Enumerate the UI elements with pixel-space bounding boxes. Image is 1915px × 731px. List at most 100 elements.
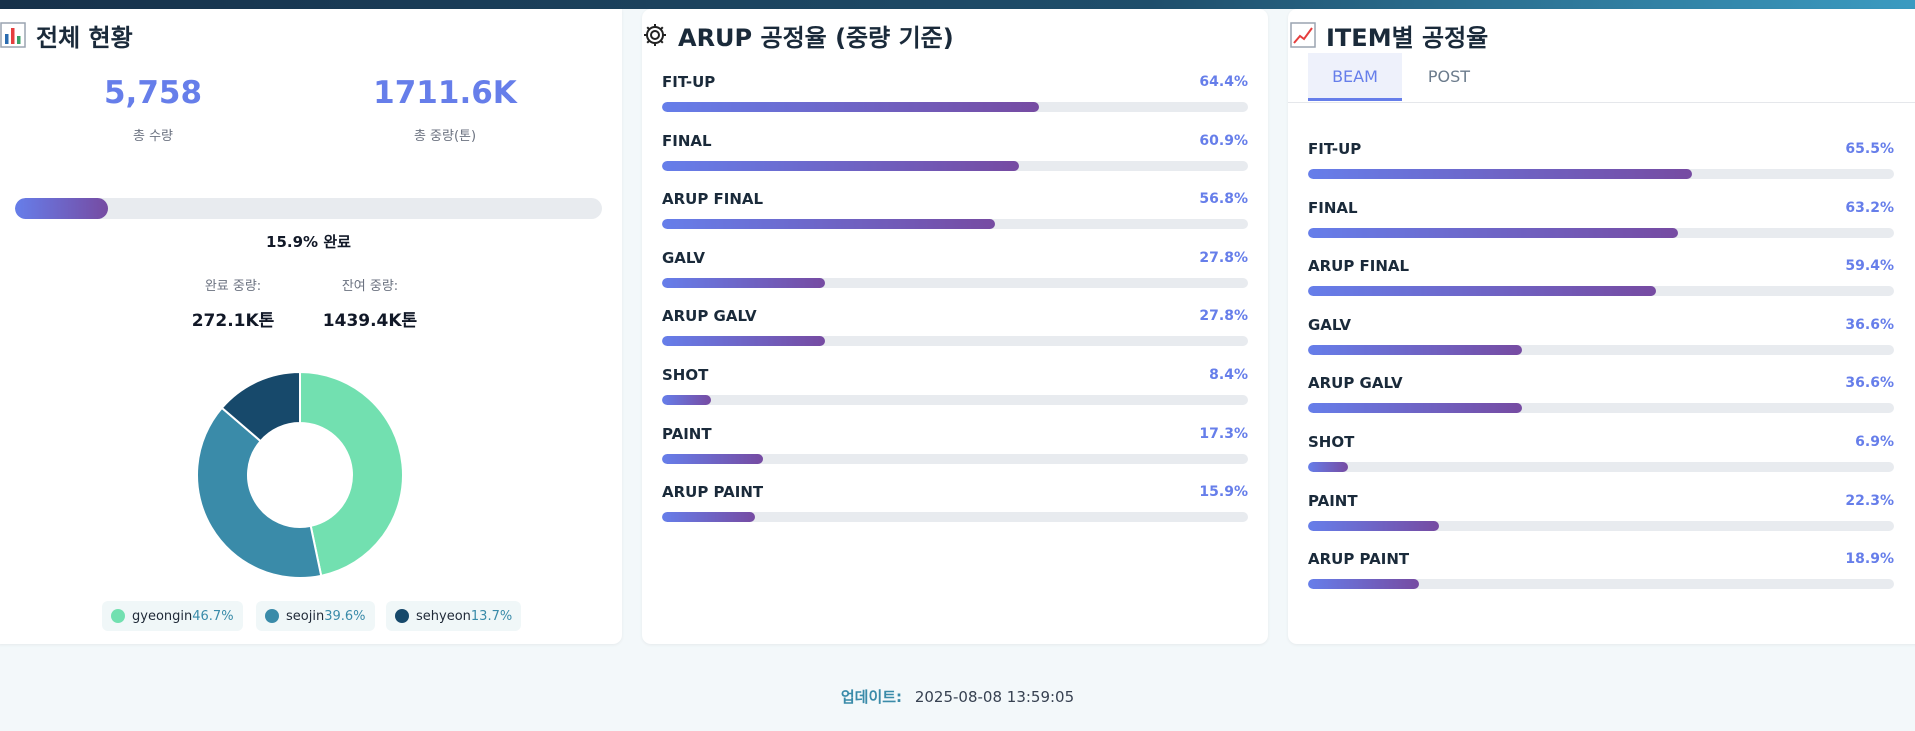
legend-dot	[111, 609, 125, 623]
progress-label: ARUP FINAL	[1308, 257, 1410, 276]
tab-post[interactable]: POST	[1402, 53, 1496, 101]
progress-row: GALV 27.8%	[662, 248, 1248, 288]
bar-chart-icon	[0, 22, 26, 48]
tab-beam[interactable]: BEAM	[1308, 53, 1402, 101]
legend-item-seojin[interactable]: seojin 39.6%	[256, 601, 375, 631]
progress-percent: 56.8%	[1199, 191, 1248, 208]
progress-track	[662, 453, 1248, 464]
progress-row: ARUP FINAL 59.4%	[1308, 256, 1894, 297]
progress-fill	[662, 453, 764, 464]
progress-label: FIT-UP	[662, 73, 716, 91]
progress-percent: 18.9%	[1845, 551, 1894, 568]
footer-update-timestamp: 2025-08-08 13:59:05	[914, 688, 1075, 706]
progress-fill	[662, 512, 756, 523]
overall-progress-fill	[15, 198, 109, 219]
progress-row: ARUP PAINT 18.9%	[1308, 549, 1894, 590]
progress-fill	[662, 219, 995, 230]
overview-title-text: 전체 현황	[36, 23, 133, 52]
item-title-text: ITEM별 공정율	[1326, 23, 1489, 52]
progress-row-header: FIT-UP 65.5%	[1308, 139, 1894, 159]
remain-weight-label: 잔여 중량:	[341, 279, 399, 294]
legend-percent: 46.7%	[192, 608, 234, 624]
remain-weight-value: 1439.4K톤	[322, 311, 418, 331]
progress-row: PAINT 17.3%	[662, 424, 1248, 464]
progress-track	[1308, 169, 1894, 179]
progress-percent: 22.3%	[1845, 492, 1894, 509]
overall-progress-pct: 15.9%	[266, 233, 319, 251]
overview-title: 전체 현황	[0, 15, 133, 55]
progress-track	[662, 102, 1248, 112]
progress-row: ARUP PAINT 15.9%	[662, 482, 1248, 523]
progress-label: ARUP PAINT	[1308, 550, 1410, 569]
progress-row: ARUP GALV 36.6%	[1308, 373, 1894, 414]
legend-item-gyeongin[interactable]: gyeongin 46.7%	[102, 601, 243, 631]
total-weight-value: 1711.6K	[373, 75, 517, 111]
progress-row-header: ARUP PAINT 15.9%	[662, 482, 1248, 502]
overview-card: 전체 현황 5,758 총 수량 1711.6K 총 중량(톤) 15.9% 완…	[0, 9, 622, 644]
progress-label: ARUP GALV	[1308, 374, 1403, 393]
progress-row-header: ARUP FINAL 59.4%	[1308, 256, 1894, 276]
progress-fill	[1308, 520, 1439, 531]
distribution-donut-chart	[196, 370, 404, 579]
progress-track	[662, 395, 1248, 405]
progress-label: SHOT	[662, 366, 709, 384]
progress-percent: 36.6%	[1845, 316, 1894, 333]
progress-percent: 17.3%	[1199, 425, 1248, 442]
progress-label: SHOT	[1308, 433, 1355, 451]
legend-item-sehyeon[interactable]: sehyeon 13.7%	[386, 601, 522, 631]
progress-row-header: ARUP GALV 27.8%	[662, 306, 1248, 326]
legend-percent: 13.7%	[470, 608, 513, 624]
progress-fill	[662, 336, 825, 347]
progress-percent: 59.4%	[1845, 258, 1894, 275]
progress-percent: 64.4%	[1199, 74, 1248, 90]
progress-row-header: ARUP GALV 36.6%	[1308, 373, 1894, 393]
progress-row: SHOT 6.9%	[1308, 432, 1894, 472]
progress-row: GALV 36.6%	[1308, 315, 1894, 355]
progress-row-header: GALV 27.8%	[662, 248, 1248, 268]
progress-track	[1308, 344, 1894, 355]
progress-fill	[662, 102, 1040, 112]
overall-progress-text: 15.9% 완료	[15, 231, 602, 252]
done-weight: 완료 중량: 272.1K톤	[163, 275, 303, 331]
progress-track	[1308, 286, 1894, 297]
progress-row-header: PAINT 17.3%	[662, 424, 1248, 444]
progress-percent: 15.9%	[1199, 484, 1248, 501]
progress-row: SHOT 8.4%	[662, 365, 1248, 405]
progress-row: FINAL 60.9%	[662, 131, 1248, 171]
legend-percent: 39.6%	[324, 608, 366, 624]
total-qty-stat: 5,758 총 수량	[43, 75, 263, 144]
progress-track	[1308, 462, 1894, 472]
progress-row: PAINT 22.3%	[1308, 491, 1894, 531]
progress-percent: 65.5%	[1845, 141, 1894, 157]
progress-row: FINAL 63.2%	[1308, 198, 1894, 238]
progress-row: FIT-UP 64.4%	[662, 72, 1248, 112]
arup-title: ARUP 공정율 (중량 기준)	[642, 15, 954, 55]
progress-track	[662, 277, 1248, 288]
progress-row: ARUP GALV 27.8%	[662, 306, 1248, 347]
progress-fill	[662, 160, 1019, 171]
progress-label: PAINT	[1308, 491, 1358, 510]
remain-weight: 잔여 중량: 1439.4K톤	[300, 275, 440, 331]
progress-row-header: FINAL 60.9%	[662, 131, 1248, 151]
progress-label: FINAL	[1308, 198, 1358, 217]
progress-track	[662, 160, 1248, 171]
line-chart-icon	[1290, 22, 1316, 48]
progress-row-header: FIT-UP 64.4%	[662, 72, 1248, 92]
legend-name: sehyeon	[416, 608, 471, 624]
done-weight-value: 272.1K톤	[191, 311, 275, 331]
progress-row-header: SHOT 8.4%	[662, 365, 1248, 385]
progress-label: PAINT	[662, 424, 712, 443]
progress-fill	[1308, 403, 1523, 414]
progress-label: FIT-UP	[1308, 140, 1362, 158]
progress-row-header: ARUP PAINT 18.9%	[1308, 549, 1894, 569]
progress-row: FIT-UP 65.5%	[1308, 139, 1894, 179]
arup-card: ARUP 공정율 (중량 기준) FIT-UP 64.4% FINAL 60.9% AR…	[642, 9, 1268, 644]
progress-track	[662, 219, 1248, 230]
progress-label: FINAL	[662, 131, 712, 150]
progress-fill	[1308, 169, 1692, 179]
progress-percent: 60.9%	[1199, 132, 1248, 149]
progress-track	[1308, 403, 1894, 414]
gear-icon	[644, 24, 666, 46]
legend-dot	[395, 609, 409, 623]
progress-label: GALV	[662, 248, 706, 267]
